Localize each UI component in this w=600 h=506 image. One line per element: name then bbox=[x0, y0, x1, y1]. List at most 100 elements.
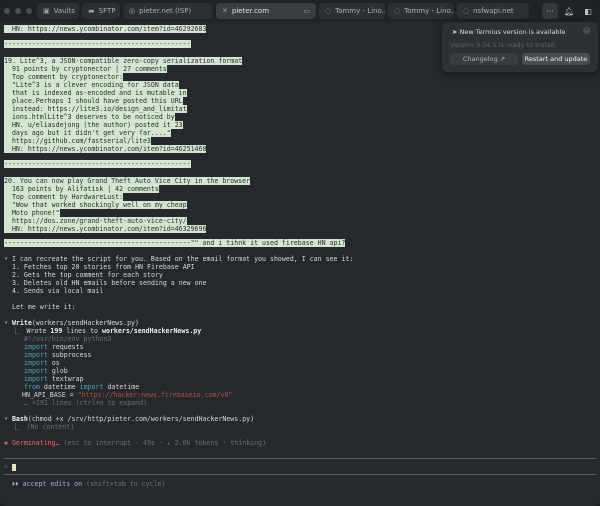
tab-bar: ▣ Vaults ▬ SFTP ◎ pieter.net (ISP) ✕ pieter.… bbox=[0, 0, 600, 22]
output-line: Top comment by cryptonector: bbox=[4, 73, 124, 81]
bell-icon[interactable]: 🔔︎ bbox=[561, 3, 577, 19]
sidebar-toggle-icon[interactable]: ◧ bbox=[580, 3, 596, 19]
tool-status-icon: • bbox=[4, 415, 12, 423]
module: os bbox=[51, 359, 60, 367]
close-icon[interactable]: ✕ bbox=[583, 27, 590, 34]
rocket-icon: ➤ bbox=[452, 28, 460, 36]
tab-vaults[interactable]: ▣ Vaults bbox=[37, 3, 79, 19]
tool-result: (No content) bbox=[26, 423, 75, 431]
user-message: ----------------------------------------… bbox=[4, 239, 346, 247]
module: requests bbox=[51, 343, 84, 351]
tab-label: Vaults bbox=[53, 7, 75, 15]
branch-icon: ⎿ bbox=[12, 327, 27, 335]
code-line: #!/usr/bin/env python3 bbox=[24, 335, 112, 343]
divider bbox=[4, 458, 596, 459]
output-line: Top comment by HardwareLust: bbox=[4, 193, 124, 201]
window-minimize-button[interactable] bbox=[15, 8, 21, 14]
tool-arg: (workers/sendHackerNews.py) bbox=[31, 319, 139, 327]
module: datetime bbox=[43, 383, 76, 391]
output-line: HN: https://news.ycombinator.com/item?id… bbox=[4, 25, 207, 33]
branch-icon: ⎿ bbox=[12, 423, 27, 431]
expand-hint[interactable]: … +191 lines (ctrl+o to expand) bbox=[24, 399, 147, 407]
update-notification: ➤ New Termius version is available ✕ Ver… bbox=[442, 22, 598, 72]
termius-window: ▣ Vaults ▬ SFTP ◎ pieter.net (ISP) ✕ pieter.… bbox=[0, 0, 600, 506]
tool-name: Write bbox=[11, 319, 32, 327]
folder-icon: ▬ bbox=[88, 7, 95, 15]
output-line: that is indexed as-encoded and is mutabl… bbox=[4, 89, 187, 97]
bullet-icon: • bbox=[4, 255, 12, 263]
code-string: "https://hacker-news.firebaseio.com/v0" bbox=[77, 391, 233, 399]
tab-label: Tommy - Lino... bbox=[404, 7, 454, 15]
tool-name: Bash bbox=[11, 415, 28, 423]
tab-pieter-net[interactable]: ◎ pieter.net (ISP) bbox=[123, 3, 213, 19]
keyword: import bbox=[79, 383, 104, 391]
module: subprocess bbox=[51, 351, 92, 359]
tool-result: lines to bbox=[62, 327, 102, 335]
more-icon[interactable]: ··· bbox=[542, 3, 558, 19]
step: 4. Sends via local mail bbox=[12, 287, 104, 295]
code-variable: HN_API_BASE = bbox=[22, 391, 78, 399]
module: textwrap bbox=[51, 375, 84, 383]
keyword: from bbox=[24, 383, 40, 391]
prompt-input[interactable]: > bbox=[4, 463, 16, 471]
window-maximize-button[interactable] bbox=[26, 8, 32, 14]
keyword: import bbox=[24, 343, 48, 351]
output-line: HN: https://news.ycombinator.com/item?id… bbox=[4, 145, 207, 153]
window-close-button[interactable] bbox=[4, 8, 10, 14]
line-count: 199 bbox=[50, 327, 63, 335]
tab-pieter-com[interactable]: ✕ pieter.com ▭ bbox=[216, 3, 316, 19]
tool-arg: (chmod +x /srv/http/pieter.com/workers/s… bbox=[27, 415, 255, 423]
output-line: 20. You can now play Grand Theft Auto Vi… bbox=[4, 177, 251, 185]
output-line: "Wow that worked shockingly well on my c… bbox=[4, 201, 187, 209]
output-line: https://github.com/fastserial/lite3 bbox=[4, 137, 151, 145]
tab-sftp[interactable]: ▬ SFTP bbox=[82, 3, 120, 19]
tab-nsfwapi[interactable]: ◌ nsfwapi.net bbox=[457, 3, 529, 19]
tab-label: nsfwapi.net bbox=[473, 7, 514, 15]
mode-hint: (shift+tab to cycle) bbox=[82, 480, 166, 488]
output-line: instead: https://lite3.io/design_and_lim… bbox=[4, 105, 187, 113]
output-line: https://dos.zone/grand-theft-auto-vice-c… bbox=[4, 217, 187, 225]
file-name: workers/sendHackerNews.py bbox=[102, 327, 202, 335]
divider bbox=[4, 474, 596, 475]
output-line: 91 points by cryptonector | 27 comments bbox=[4, 65, 167, 73]
tab-tommy-1[interactable]: ◌ Tommy - Lino... bbox=[319, 3, 385, 19]
host-icon: ◎ bbox=[129, 7, 136, 15]
notification-title: ➤ New Termius version is available bbox=[452, 28, 565, 36]
tool-status-icon: • bbox=[4, 319, 12, 327]
tab-label: pieter.net (ISP) bbox=[139, 7, 192, 15]
keyword: import bbox=[24, 359, 48, 367]
status-hint: (esc to interrupt · 49s · ↓ 2.0k tokens … bbox=[63, 439, 267, 447]
prompt-symbol: > bbox=[4, 463, 8, 471]
output-line: HN: https://news.ycombinator.com/item?id… bbox=[4, 225, 207, 233]
status-text: Germinating… bbox=[11, 439, 60, 447]
module: glob bbox=[51, 367, 68, 375]
host-icon: ◌ bbox=[325, 7, 332, 15]
keyword: import bbox=[24, 367, 48, 375]
keyword: import bbox=[24, 351, 48, 359]
notification-title-text: New Termius version is available bbox=[459, 28, 566, 36]
output-line: Moto phone!" bbox=[4, 209, 60, 217]
output-line: days ago but it didn't get very far...." bbox=[4, 129, 171, 137]
output-line: ions.htmlLite^3 deserves to be noticed b… bbox=[4, 113, 175, 121]
module: datetime bbox=[107, 383, 140, 391]
spinner-icon: ✱ bbox=[4, 439, 12, 447]
separator: ----------------------------------------… bbox=[4, 160, 191, 168]
split-icon[interactable]: ▭ bbox=[303, 7, 310, 15]
output-line: 163 points by Alifatisk | 42 comments bbox=[4, 185, 159, 193]
output-line: HN. u/eliasdejong (the author) posted it… bbox=[4, 121, 183, 129]
changelog-button[interactable]: Changelog ↗ bbox=[450, 53, 518, 65]
separator: ----------------------------------------… bbox=[4, 40, 191, 48]
vault-icon: ▣ bbox=[43, 7, 50, 15]
close-icon[interactable]: ✕ bbox=[222, 7, 228, 15]
restart-and-update-button[interactable]: Restart and update bbox=[522, 53, 590, 65]
output-line: "Lite^3 is a clever encoding for JSON da… bbox=[4, 81, 179, 89]
tab-tommy-2[interactable]: ◌ Tommy - Lino... bbox=[388, 3, 454, 19]
mode-indicator: ⏵⏵ accept edits on bbox=[12, 480, 83, 488]
tab-label: pieter.com bbox=[231, 7, 270, 15]
tab-label: SFTP bbox=[98, 7, 116, 15]
step: 2. Gets the top comment for each story bbox=[12, 271, 163, 279]
step: 3. Deletes old HN emails before sending … bbox=[12, 279, 207, 287]
terminal[interactable]: HN: https://news.ycombinator.com/item?id… bbox=[0, 22, 600, 506]
step: 1. Fetches top 20 stories from HN Fireba… bbox=[12, 263, 195, 271]
host-icon: ◌ bbox=[463, 7, 470, 15]
